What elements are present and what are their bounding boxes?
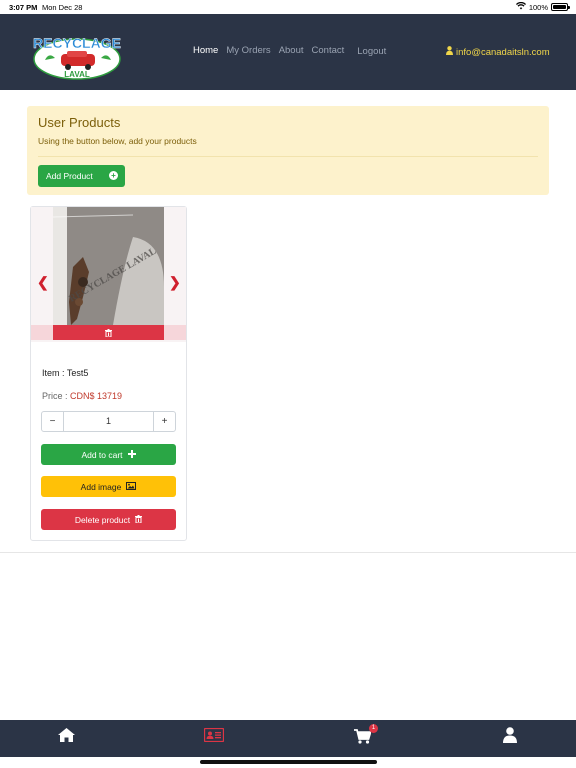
delete-bar-right-pad [164,325,186,340]
product-photo: RECYCLAGE LAVAL [53,207,164,325]
quantity-stepper: − 1 + [41,411,176,432]
nav-links: Home My Orders About Contact Logout [193,45,394,57]
add-product-button[interactable]: Add Product + [38,165,125,187]
delete-image-button[interactable] [53,325,164,340]
product-card: RECYCLAGE LAVAL ❮ ❯ Item : Test5 Price :… [30,206,187,541]
tab-cart[interactable]: 1 [352,724,378,749]
add-to-cart-button[interactable]: Add to cart [41,444,176,465]
product-price: Price : CDN$ 13719 [42,391,122,401]
id-card-icon [203,727,225,747]
alert-divider [38,156,538,157]
plus-icon [127,449,136,460]
bottom-tab-bar: 1 [0,720,576,757]
tab-home[interactable] [56,727,76,747]
battery-icon [551,3,570,11]
home-icon [57,727,75,747]
nav-email-link[interactable]: info@canadaitsln.com [446,46,550,58]
quantity-increase-button[interactable]: + [153,412,175,431]
logo-text-bottom: LAVAL [64,70,90,79]
plus-circle-icon: + [109,171,118,180]
battery-percent: 100% [528,2,548,12]
add-to-cart-label: Add to cart [81,449,123,460]
delete-product-button[interactable]: Delete product [41,509,176,530]
cart-count-badge: 1 [369,724,378,733]
nav-about[interactable]: About [279,45,304,56]
nav-home[interactable]: Home [193,45,218,56]
trash-icon [135,514,143,525]
add-image-label: Add image [80,481,122,492]
status-date: Mon Dec 28 [42,3,83,12]
carousel-next-chevron-icon[interactable]: ❯ [169,274,181,291]
nav-contact[interactable]: Contact [312,45,345,56]
delete-product-label: Delete product [74,514,131,525]
quantity-decrease-button[interactable]: − [42,412,64,431]
user-icon [503,726,517,748]
top-navbar: RECYCLAGE LAVAL Home My Orders About Con… [0,14,576,90]
item-value: Test5 [66,368,89,378]
user-icon [446,46,453,58]
logo-text-top: RECYCLAGE [33,35,121,51]
price-value: CDN$ 13719 [70,391,123,401]
trash-icon [105,324,112,342]
carousel-prev-chevron-icon[interactable]: ❮ [37,274,49,291]
status-time: 3:07 PM [9,3,38,12]
delete-bar-left-pad [31,325,53,340]
status-bar: 3:07 PM Mon Dec 28 100% [0,0,576,14]
tab-account[interactable] [500,726,520,748]
page-title: User Products [38,115,121,130]
shopping-cart-icon [353,729,372,749]
product-image-carousel[interactable]: RECYCLAGE LAVAL ❮ ❯ [31,207,186,342]
email-text: info@canadaitsln.com [456,46,550,58]
user-products-alert: User Products Using the button below, ad… [27,106,549,195]
add-product-label: Add Product [46,171,93,181]
wifi-icon [515,1,526,12]
quantity-input[interactable]: 1 [64,412,153,431]
tab-products[interactable] [203,727,225,747]
add-image-button[interactable]: Add image [41,476,176,497]
product-item-name: Item : Test5 [42,368,88,378]
content-divider [0,552,576,553]
image-icon [126,481,137,492]
home-indicator[interactable] [200,760,377,764]
price-label: Price : [42,391,71,401]
nav-logout[interactable]: Logout [357,46,386,57]
page-subtitle: Using the button below, add your product… [38,136,197,146]
nav-my-orders[interactable]: My Orders [226,45,270,56]
item-label: Item : [42,368,67,378]
brand-logo[interactable]: RECYCLAGE LAVAL [31,30,123,80]
